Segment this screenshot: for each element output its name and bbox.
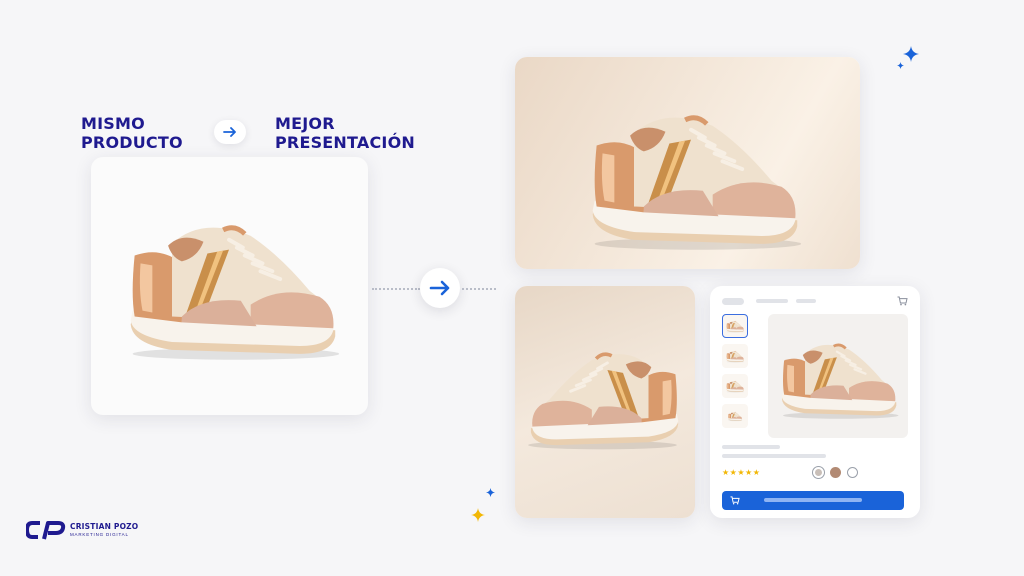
mockup-topbar (722, 296, 908, 308)
transform-arrow-badge (420, 268, 460, 308)
color-swatches (813, 467, 858, 478)
connector-dots-left (372, 288, 420, 290)
thumbnail-item[interactable] (722, 404, 748, 428)
thumbnail-item[interactable] (722, 314, 748, 338)
connector-dots-right (462, 288, 496, 290)
headline-right-line1: MEJOR (275, 114, 335, 133)
thumbnail-item[interactable] (722, 344, 748, 368)
cart-icon (897, 296, 908, 306)
cart-icon (730, 496, 740, 505)
sparkle-icon (471, 508, 485, 522)
sneaker-photo-lifestyle-1 (575, 95, 811, 255)
add-to-cart-button[interactable] (722, 491, 904, 510)
brand-name: CRISTIAN POZO (70, 522, 139, 531)
brand-logo: CRISTIAN POZO MARKETING DIGITAL (26, 520, 138, 540)
lifestyle-photo-card-top (515, 57, 860, 269)
color-swatch-2[interactable] (830, 467, 841, 478)
rating-stars: ★★★★★ (722, 468, 761, 477)
headline-left-line2: PRODUCTO (81, 133, 183, 152)
headline-better-presentation: MEJOR PRESENTACIÓN (275, 114, 415, 152)
color-swatch-3[interactable] (847, 467, 858, 478)
headline-same-product: MISMO PRODUCTO (81, 114, 183, 152)
sparkle-icon (486, 488, 495, 497)
lifestyle-photo-card-bottom (515, 286, 695, 518)
thumbnail-item[interactable] (722, 374, 748, 398)
sneaker-photo-lifestyle-2 (521, 338, 691, 453)
headline-right-line2: PRESENTACIÓN (275, 133, 415, 152)
brand-logo-text: CRISTIAN POZO MARKETING DIGITAL (70, 522, 138, 538)
sparkle-icon (897, 62, 904, 69)
thumbnail-strip (722, 314, 748, 434)
hero-banner: MISMO PRODUCTO MEJOR PRESENTACIÓN ★★★★★ … (0, 0, 1024, 576)
small-arrow-badge (214, 120, 246, 144)
sparkle-icon (903, 46, 919, 62)
original-product-card (91, 157, 368, 415)
sneaker-photo-original (113, 205, 349, 365)
button-label-placeholder (764, 498, 862, 502)
arrow-right-icon (429, 280, 450, 296)
brand-tagline: MARKETING DIGITAL (70, 532, 129, 537)
product-title-placeholder (722, 445, 780, 449)
ecommerce-product-page-mockup: ★★★★★ (710, 286, 920, 518)
main-product-image (768, 314, 908, 438)
product-subtitle-placeholder (722, 454, 826, 458)
color-swatch-1[interactable] (813, 467, 824, 478)
cp-logo-mark (26, 521, 66, 540)
headline-left-line1: MISMO (81, 114, 145, 133)
arrow-right-icon (223, 127, 236, 137)
